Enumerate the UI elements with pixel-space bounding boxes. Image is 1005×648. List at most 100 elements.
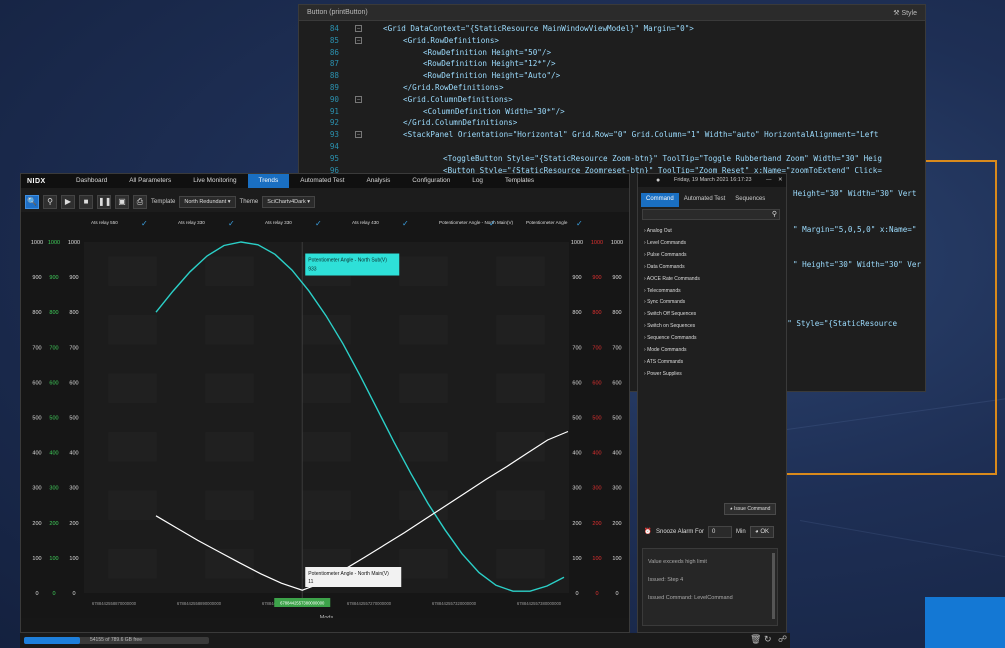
checkmark-icon[interactable]: ✓ (228, 219, 235, 228)
link-icon[interactable]: ☍ (778, 634, 787, 645)
pause-icon[interactable]: ❚❚ (97, 195, 111, 209)
series-header[interactable]: Potentiometer Angle - North Main(V) (439, 220, 514, 225)
play-icon[interactable]: ▶ (61, 195, 75, 209)
checkmark-icon[interactable]: ✓ (576, 219, 583, 228)
menu-tab-dashboard[interactable]: Dashboard (65, 174, 118, 188)
command-tree-item[interactable]: › Sync Commands (644, 299, 685, 305)
y-tick-label: 200 (49, 521, 58, 527)
snooze-ok-button[interactable]: ◕ OK (750, 526, 774, 538)
grid-cell (302, 432, 351, 462)
series-header[interactable]: Ats relay 550 (91, 220, 118, 225)
menu-tab-automated-test[interactable]: Automated Test (289, 174, 355, 188)
command-tree-item[interactable]: › Pulse Commands (644, 252, 687, 258)
snooze-input[interactable]: 0 (708, 526, 732, 538)
y-tick-label: 600 (69, 380, 78, 386)
command-tree-item[interactable]: › Data Commands (644, 264, 685, 270)
y-tick-label: 800 (49, 310, 58, 316)
command-tree-item[interactable]: › AOCE Rate Commands (644, 276, 700, 282)
property-style-label: ⚒ Style (893, 9, 917, 17)
code-line: 92 </Grid.ColumnDefinitions> (299, 117, 925, 129)
side-tabs: Command Automated Test Sequences (641, 193, 770, 207)
zoom-reset-button[interactable]: ⚲ (43, 195, 57, 209)
command-tree-item[interactable]: › Analog Out (644, 228, 672, 234)
checkmark-icon[interactable]: ✓ (141, 219, 148, 228)
grid-cell (205, 432, 254, 462)
tab-command[interactable]: Command (641, 193, 679, 207)
y-tick-label: 400 (69, 451, 78, 457)
code-text: <RowDefinition Height="50"/> (423, 47, 552, 57)
code-line: 87 <RowDefinition Height="12*"/> (299, 58, 925, 70)
command-tree-item[interactable]: › Switch Off Sequences (644, 311, 696, 317)
snooze-label: Snooze Alarm For (656, 529, 705, 535)
refresh-icon[interactable]: ↻ (764, 634, 772, 645)
fold-toggle-icon[interactable]: − (355, 131, 362, 139)
series-header[interactable]: Ats relay 430 (352, 220, 379, 225)
checkmark-icon[interactable]: ✓ (402, 219, 409, 228)
series-header[interactable]: Ats relay 330 (265, 220, 292, 225)
grid-cell (205, 549, 254, 579)
theme-select[interactable]: SciChartv4Dark ▾ (262, 196, 316, 208)
disk-free-text: 54155 of 789.6 GB free (90, 637, 142, 643)
code-line: 85 − <Grid.RowDefinitions> (299, 35, 925, 47)
fold-toggle-icon[interactable]: − (355, 95, 362, 103)
chart-toolbar: 🔍 ⚲ ▶ ■ ❚❚ ▣ ⎙ Template North Redundant … (25, 194, 316, 210)
close-icon[interactable]: ✕ (778, 174, 783, 187)
issue-command-button[interactable]: ◕ Issue Command (724, 503, 776, 515)
template-select[interactable]: North Redundant ▾ (179, 196, 236, 208)
checkmark-icon[interactable]: ✓ (315, 219, 322, 228)
command-tree-item[interactable]: › Level Commands (644, 240, 686, 246)
fold-toggle-icon[interactable]: − (355, 36, 362, 44)
menu-tab-analysis[interactable]: Analysis (355, 174, 401, 188)
snooze-unit: Min (736, 529, 746, 535)
cursor-x-label: 6788442557380000000 (280, 601, 325, 606)
print-icon[interactable]: ⎙ (133, 195, 147, 209)
stop-icon[interactable]: ■ (79, 195, 93, 209)
command-label: Level Commands (647, 239, 686, 246)
tab-automated-test[interactable]: Automated Test (679, 193, 731, 207)
tooltip-north-sub-text: Potentiometer Angle - North Sub(V) (308, 258, 387, 264)
trash-icon[interactable]: 🗑 (750, 634, 761, 645)
command-tree-item[interactable]: › Switch on Sequences (644, 323, 695, 329)
y-tick-label: 400 (612, 451, 621, 457)
trend-chart[interactable]: Ats relay 550 ✓ Ats relay 330 ✓ Ats relay 33… (21, 212, 629, 632)
series-header[interactable]: Potentiometer Angle (526, 220, 568, 225)
zoom-rubberband-button[interactable]: 🔍 (25, 195, 39, 209)
command-tree-item[interactable]: › Power Supplies (644, 371, 682, 377)
menu-items: Dashboard All Parameters Live Monitoring Tr… (65, 174, 545, 188)
brand-accent-block (925, 597, 1005, 648)
menu-tab-configuration[interactable]: Configuration (401, 174, 461, 188)
grid-cell (108, 432, 157, 462)
y-tick-label: 300 (572, 486, 581, 492)
y-tick-label: 100 (49, 556, 58, 562)
y-tick-label: 900 (32, 275, 41, 281)
checkmark-icon[interactable]: ✓ (489, 219, 496, 228)
command-search-input[interactable]: ⚲ (642, 209, 780, 220)
code-text: <Grid.RowDefinitions> (403, 35, 500, 45)
menu-tab-templates[interactable]: Templates (494, 174, 545, 188)
y-tick-label: 700 (572, 345, 581, 351)
user-icon[interactable]: ● (656, 174, 660, 187)
menu-tab-all-parameters[interactable]: All Parameters (118, 174, 182, 188)
minimize-icon[interactable]: — (766, 174, 772, 187)
menu-tab-live-monitoring[interactable]: Live Monitoring (182, 174, 247, 188)
series-header[interactable]: Ats relay 330 (178, 220, 205, 225)
y-tick-label: 500 (49, 416, 58, 422)
command-tree-item[interactable]: › Mode Commands (644, 347, 687, 353)
fold-toggle-icon[interactable]: − (355, 25, 362, 32)
grid-cell (108, 256, 157, 286)
command-tree-item[interactable]: › Telecommands (644, 288, 681, 294)
log-scrollbar[interactable] (772, 553, 775, 619)
screenshot-icon[interactable]: ▣ (115, 195, 129, 209)
menu-tab-log[interactable]: Log (461, 174, 494, 188)
command-tree-item[interactable]: › Sequence Commands (644, 335, 697, 341)
grid-cell (108, 373, 157, 403)
y-tick-label: 0 (35, 591, 38, 597)
tab-sequences[interactable]: Sequences (730, 193, 770, 207)
y-tick-label: 100 (32, 556, 41, 562)
menu-tab-trends[interactable]: Trends (247, 174, 290, 188)
line-number: 88 (329, 71, 339, 81)
command-tree-item[interactable]: › ATS Commands (644, 359, 683, 365)
grid-cell (205, 490, 254, 520)
plot-area (84, 242, 569, 593)
snooze-row: ⏰ Snooze Alarm For 0 Min ◕ OK (638, 524, 786, 542)
